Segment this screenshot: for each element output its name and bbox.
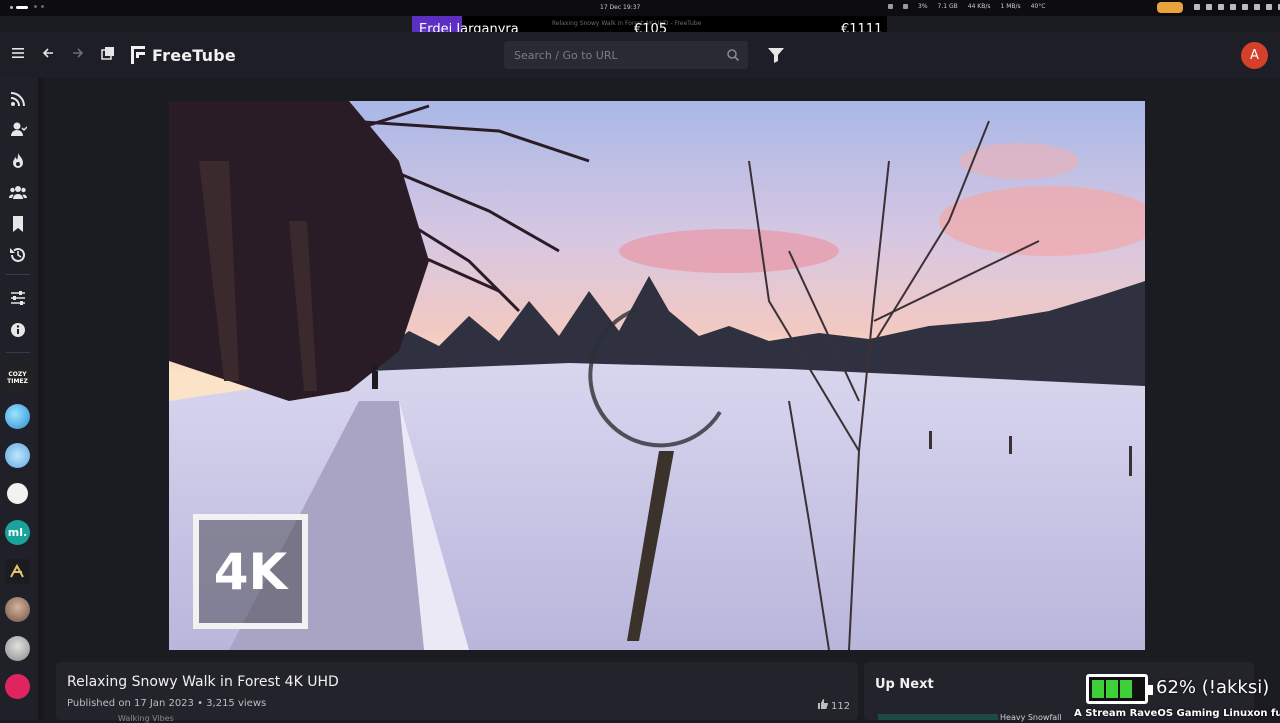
stream-caption: A Stream RaveOS Gaming Linuxon fut bbox=[1074, 708, 1280, 719]
network-icon bbox=[888, 4, 893, 9]
video-player[interactable]: 4K bbox=[169, 101, 1145, 650]
channel-avatar-8[interactable] bbox=[5, 636, 30, 661]
system-stats: 3% 7.1 GB 44 KB/s 1 MB/s 40°C bbox=[888, 3, 1046, 10]
battery-cell bbox=[1106, 680, 1118, 698]
cpu-usage: 3% bbox=[918, 3, 928, 10]
channel-avatar-ml[interactable]: ml. bbox=[5, 520, 30, 545]
profile-avatar[interactable]: A bbox=[1241, 42, 1268, 69]
net-up: 1 MB/s bbox=[1000, 3, 1021, 10]
user-icon[interactable] bbox=[9, 120, 28, 138]
rss-icon[interactable] bbox=[9, 90, 27, 108]
users-icon[interactable] bbox=[9, 183, 27, 201]
battery-text: 62% (!akksi) bbox=[1156, 677, 1270, 698]
sliders-icon[interactable] bbox=[9, 289, 27, 307]
sidebar-divider bbox=[6, 352, 30, 353]
app-header: FreeTube A bbox=[0, 32, 1280, 78]
app-logo[interactable]: FreeTube bbox=[131, 45, 236, 65]
tray-app-badge[interactable] bbox=[1157, 2, 1183, 13]
channel-avatar-7[interactable] bbox=[5, 597, 30, 622]
like-count[interactable]: 112 bbox=[818, 699, 850, 712]
channel-avatar-cozy-times[interactable]: COZY TIMEZ bbox=[5, 365, 30, 390]
up-next-heading: Up Next bbox=[875, 677, 934, 692]
workspace-indicator[interactable] bbox=[10, 4, 28, 10]
window-title: Relaxing Snowy Walk in Forest 4K UHD - F… bbox=[552, 20, 702, 27]
system-clock[interactable]: 17 Dec 19:37 bbox=[600, 4, 640, 11]
battery-cell bbox=[1092, 680, 1104, 698]
tray-icons[interactable] bbox=[1194, 4, 1280, 10]
search-bar[interactable] bbox=[504, 41, 748, 69]
net-down: 44 KB/s bbox=[967, 3, 991, 10]
new-window-icon[interactable] bbox=[100, 46, 116, 62]
channel-avatar-6[interactable] bbox=[5, 559, 30, 584]
thumbs-up-icon bbox=[818, 699, 828, 712]
forward-arrow-icon[interactable] bbox=[70, 46, 86, 62]
video-title: Relaxing Snowy Walk in Forest 4K UHD bbox=[67, 674, 339, 690]
next-video-thumbnail[interactable] bbox=[878, 714, 998, 720]
notification-icon[interactable] bbox=[903, 4, 908, 9]
channel-avatar-2[interactable] bbox=[5, 404, 30, 429]
search-input[interactable] bbox=[504, 41, 724, 69]
filter-icon[interactable] bbox=[767, 47, 785, 63]
video-info-panel: Relaxing Snowy Walk in Forest 4K UHD Pub… bbox=[56, 662, 858, 723]
menu-icon[interactable] bbox=[10, 46, 26, 62]
battery-cell bbox=[1120, 680, 1132, 698]
channel-name-partial[interactable]: Walking Vibes bbox=[118, 714, 174, 723]
history-icon[interactable] bbox=[9, 246, 27, 264]
bookmark-icon[interactable] bbox=[9, 215, 27, 233]
search-icon[interactable] bbox=[726, 48, 740, 62]
battery-indicator-icon bbox=[1086, 674, 1153, 704]
channel-avatar-9[interactable] bbox=[5, 674, 30, 699]
workspace-dots[interactable] bbox=[34, 5, 44, 8]
video-meta: Published on 17 Jan 2023 • 3,215 views bbox=[67, 698, 267, 709]
4k-badge: 4K bbox=[193, 514, 308, 629]
fire-icon[interactable] bbox=[9, 152, 27, 170]
next-video-title[interactable]: Heavy Snowfall bbox=[1000, 713, 1062, 722]
info-icon[interactable] bbox=[9, 321, 27, 339]
channel-avatar-4[interactable] bbox=[5, 481, 30, 506]
channel-avatar-3[interactable] bbox=[5, 443, 30, 468]
memory-usage: 7.1 GB bbox=[937, 3, 958, 10]
freetube-logo-icon bbox=[131, 46, 147, 64]
app-name: FreeTube bbox=[152, 45, 236, 65]
battery-tip bbox=[1148, 685, 1153, 695]
cpu-temp: 40°C bbox=[1030, 3, 1046, 10]
sidebar-divider bbox=[6, 274, 30, 275]
back-arrow-icon[interactable] bbox=[40, 46, 56, 62]
loading-spinner-icon bbox=[588, 307, 722, 448]
sidebar: COZY TIMEZ ml. bbox=[0, 78, 38, 720]
system-top-bar: 17 Dec 19:37 3% 7.1 GB 44 KB/s 1 MB/s 40… bbox=[0, 0, 1280, 16]
